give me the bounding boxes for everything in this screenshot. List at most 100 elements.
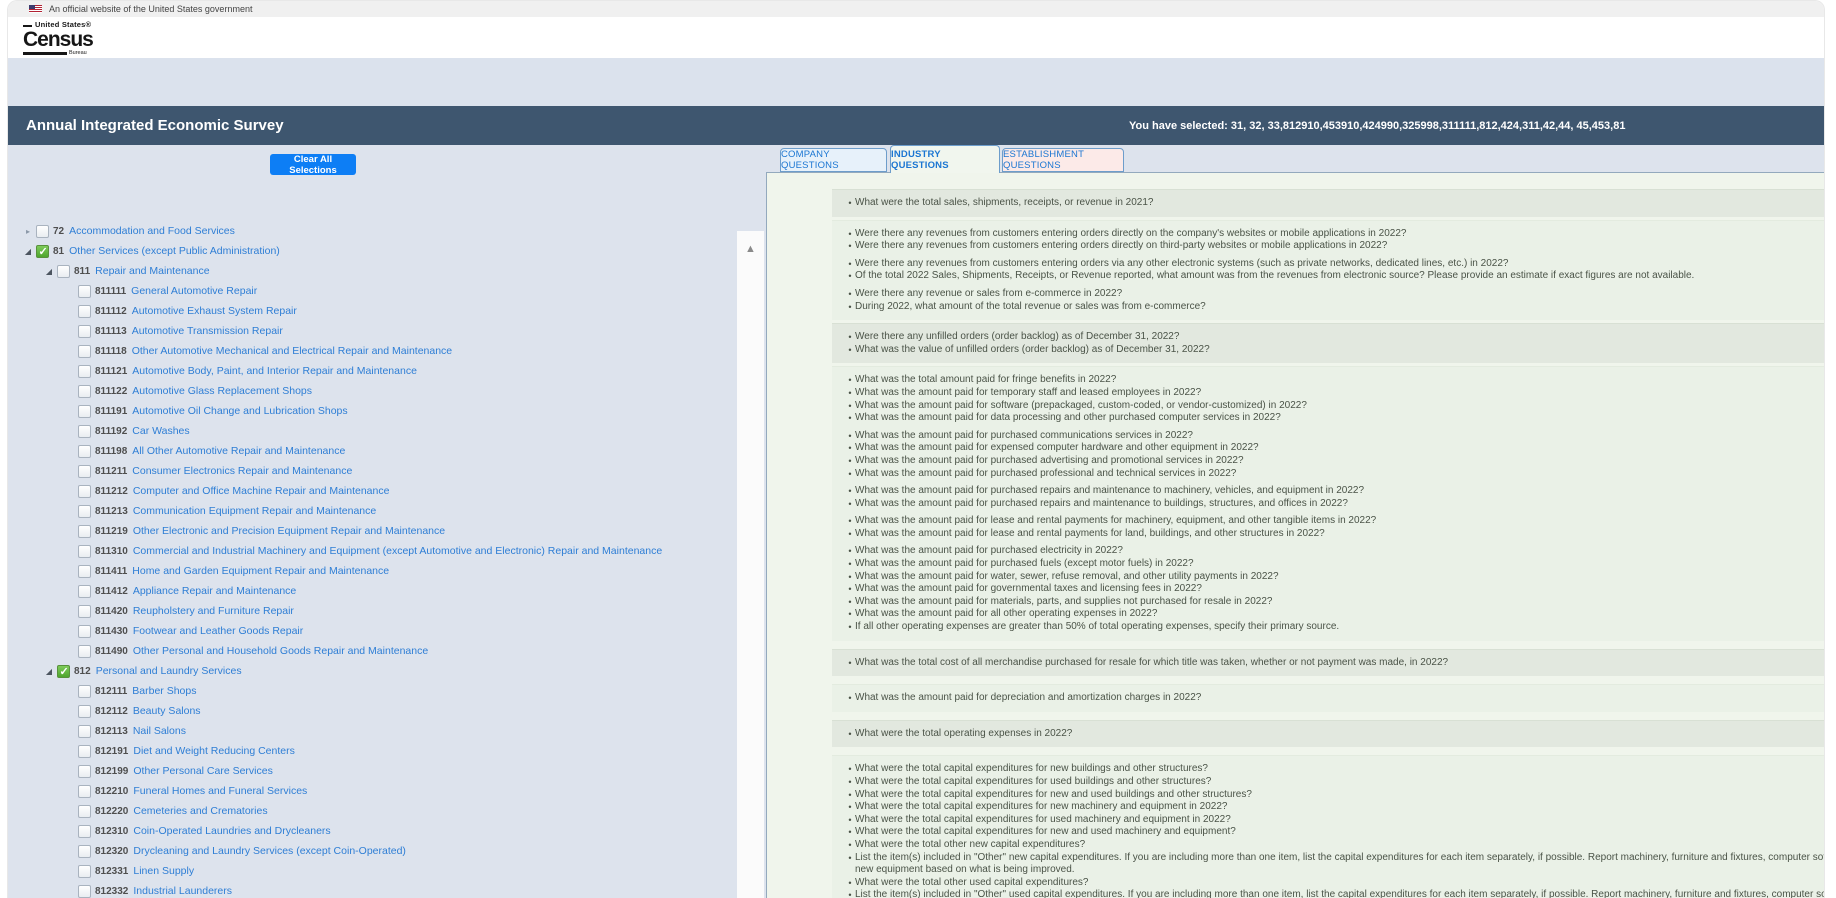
question-panel-scrollbar[interactable]: ▲ (737, 231, 764, 898)
checkbox-unchecked[interactable] (78, 425, 91, 438)
tree-node-811219[interactable]: 811219Other Electronic and Precision Equ… (8, 521, 748, 541)
naics-label-link[interactable]: Appliance Repair and Maintenance (133, 585, 296, 597)
tree-node-811192[interactable]: 811192Car Washes (8, 421, 748, 441)
naics-label-link[interactable]: Reupholstery and Furniture Repair (133, 605, 294, 617)
naics-label-link[interactable]: Automotive Body, Paint, and Interior Rep… (132, 365, 417, 377)
tree-node-812310[interactable]: 812310Coin-Operated Laundries and Drycle… (8, 821, 748, 841)
checkbox-unchecked[interactable] (78, 605, 91, 618)
collapse-icon[interactable]: ◢ (41, 667, 57, 676)
naics-label-link[interactable]: Repair and Maintenance (95, 265, 209, 277)
naics-label-link[interactable]: Footwear and Leather Goods Repair (133, 625, 303, 637)
clear-all-selections-button[interactable]: Clear All Selections (270, 154, 356, 175)
tree-node-811430[interactable]: 811430Footwear and Leather Goods Repair (8, 621, 748, 641)
checkbox-unchecked[interactable] (78, 305, 91, 318)
checkbox-unchecked[interactable] (78, 545, 91, 558)
checkbox-unchecked[interactable] (78, 825, 91, 838)
naics-label-link[interactable]: Automotive Exhaust System Repair (132, 305, 297, 317)
tree-node-811113[interactable]: 811113Automotive Transmission Repair (8, 321, 748, 341)
tab-establishment-questions[interactable]: ESTABLISHMENT QUESTIONS (1002, 148, 1124, 172)
naics-label-link[interactable]: Other Personal Care Services (133, 765, 272, 777)
checkbox-unchecked[interactable] (78, 685, 91, 698)
collapse-icon[interactable]: ◢ (20, 247, 36, 256)
checkbox-unchecked[interactable] (78, 525, 91, 538)
census-logo[interactable]: United States® Census Bureau (23, 21, 93, 56)
naics-label-link[interactable]: Automotive Oil Change and Lubrication Sh… (132, 405, 347, 417)
tree-node-811[interactable]: ◢811Repair and Maintenance (8, 261, 748, 281)
naics-label-link[interactable]: Linen Supply (133, 865, 194, 877)
checkbox-unchecked[interactable] (78, 365, 91, 378)
tree-node-811211[interactable]: 811211Consumer Electronics Repair and Ma… (8, 461, 748, 481)
checkbox-unchecked[interactable] (78, 285, 91, 298)
checkbox-unchecked[interactable] (78, 845, 91, 858)
naics-label-link[interactable]: Beauty Salons (133, 705, 201, 717)
checkbox-unchecked[interactable] (78, 885, 91, 898)
checkbox-unchecked[interactable] (78, 325, 91, 338)
checkbox-unchecked[interactable] (78, 865, 91, 878)
tree-node-812332[interactable]: 812332Industrial Launderers (8, 881, 748, 898)
checkbox-unchecked[interactable] (78, 765, 91, 778)
naics-label-link[interactable]: Communication Equipment Repair and Maint… (133, 505, 376, 517)
checkbox-checked[interactable] (36, 245, 49, 258)
checkbox-unchecked[interactable] (78, 645, 91, 658)
tree-node-811212[interactable]: 811212Computer and Office Machine Repair… (8, 481, 748, 501)
tree-node-811411[interactable]: 811411Home and Garden Equipment Repair a… (8, 561, 748, 581)
tree-node-812220[interactable]: 812220Cemeteries and Crematories (8, 801, 748, 821)
tree-node-811420[interactable]: 811420Reupholstery and Furniture Repair (8, 601, 748, 621)
checkbox-unchecked[interactable] (78, 345, 91, 358)
tree-node-811112[interactable]: 811112Automotive Exhaust System Repair (8, 301, 748, 321)
checkbox-unchecked[interactable] (78, 465, 91, 478)
tree-node-812111[interactable]: 812111Barber Shops (8, 681, 748, 701)
naics-label-link[interactable]: All Other Automotive Repair and Maintena… (132, 445, 345, 457)
naics-label-link[interactable]: Computer and Office Machine Repair and M… (133, 485, 390, 497)
naics-label-link[interactable]: Automotive Glass Replacement Shops (132, 385, 312, 397)
naics-label-link[interactable]: Automotive Transmission Repair (132, 325, 283, 337)
checkbox-unchecked[interactable] (57, 265, 70, 278)
naics-label-link[interactable]: Cemeteries and Crematories (133, 805, 267, 817)
naics-label-link[interactable]: Diet and Weight Reducing Centers (133, 745, 294, 757)
tree-node-811111[interactable]: 811111General Automotive Repair (8, 281, 748, 301)
naics-label-link[interactable]: Funeral Homes and Funeral Services (133, 785, 307, 797)
naics-label-link[interactable]: Commercial and Industrial Machinery and … (133, 545, 662, 557)
naics-label-link[interactable]: Consumer Electronics Repair and Maintena… (132, 465, 352, 477)
naics-label-link[interactable]: Other Automotive Mechanical and Electric… (132, 345, 452, 357)
naics-label-link[interactable]: Other Services (except Public Administra… (69, 245, 280, 257)
tree-node-812210[interactable]: 812210Funeral Homes and Funeral Services (8, 781, 748, 801)
tree-node-811121[interactable]: 811121Automotive Body, Paint, and Interi… (8, 361, 748, 381)
tree-node-72[interactable]: ▸72Accommodation and Food Services (8, 221, 748, 241)
naics-label-link[interactable]: Home and Garden Equipment Repair and Mai… (132, 565, 389, 577)
tree-node-812[interactable]: ◢812Personal and Laundry Services (8, 661, 748, 681)
checkbox-unchecked[interactable] (78, 405, 91, 418)
tree-node-812199[interactable]: 812199Other Personal Care Services (8, 761, 748, 781)
checkbox-unchecked[interactable] (78, 445, 91, 458)
tree-node-811412[interactable]: 811412Appliance Repair and Maintenance (8, 581, 748, 601)
checkbox-unchecked[interactable] (78, 485, 91, 498)
naics-label-link[interactable]: Nail Salons (133, 725, 186, 737)
tree-node-811191[interactable]: 811191Automotive Oil Change and Lubricat… (8, 401, 748, 421)
naics-label-link[interactable]: General Automotive Repair (131, 285, 257, 297)
tree-node-811213[interactable]: 811213Communication Equipment Repair and… (8, 501, 748, 521)
naics-label-link[interactable]: Personal and Laundry Services (96, 665, 242, 677)
tab-company-questions[interactable]: COMPANY QUESTIONS (780, 148, 887, 172)
scroll-up-icon[interactable]: ▲ (737, 243, 764, 255)
collapse-icon[interactable]: ◢ (41, 267, 57, 276)
naics-label-link[interactable]: Car Washes (132, 425, 189, 437)
tree-node-812191[interactable]: 812191Diet and Weight Reducing Centers (8, 741, 748, 761)
expand-icon[interactable]: ▸ (20, 227, 36, 236)
naics-label-link[interactable]: Coin-Operated Laundries and Drycleaners (133, 825, 330, 837)
checkbox-unchecked[interactable] (78, 805, 91, 818)
naics-label-link[interactable]: Other Electronic and Precision Equipment… (133, 525, 445, 537)
tree-node-811198[interactable]: 811198All Other Automotive Repair and Ma… (8, 441, 748, 461)
checkbox-unchecked[interactable] (78, 505, 91, 518)
naics-label-link[interactable]: Drycleaning and Laundry Services (except… (133, 845, 406, 857)
tree-node-811490[interactable]: 811490Other Personal and Household Goods… (8, 641, 748, 661)
tree-node-812113[interactable]: 812113Nail Salons (8, 721, 748, 741)
checkbox-unchecked[interactable] (78, 385, 91, 398)
tree-node-81[interactable]: ◢81Other Services (except Public Adminis… (8, 241, 748, 261)
tree-node-811310[interactable]: 811310Commercial and Industrial Machiner… (8, 541, 748, 561)
tree-node-811118[interactable]: 811118Other Automotive Mechanical and El… (8, 341, 748, 361)
checkbox-unchecked[interactable] (78, 565, 91, 578)
tree-node-812112[interactable]: 812112Beauty Salons (8, 701, 748, 721)
checkbox-unchecked[interactable] (78, 725, 91, 738)
naics-label-link[interactable]: Industrial Launderers (133, 885, 232, 897)
checkbox-unchecked[interactable] (78, 785, 91, 798)
